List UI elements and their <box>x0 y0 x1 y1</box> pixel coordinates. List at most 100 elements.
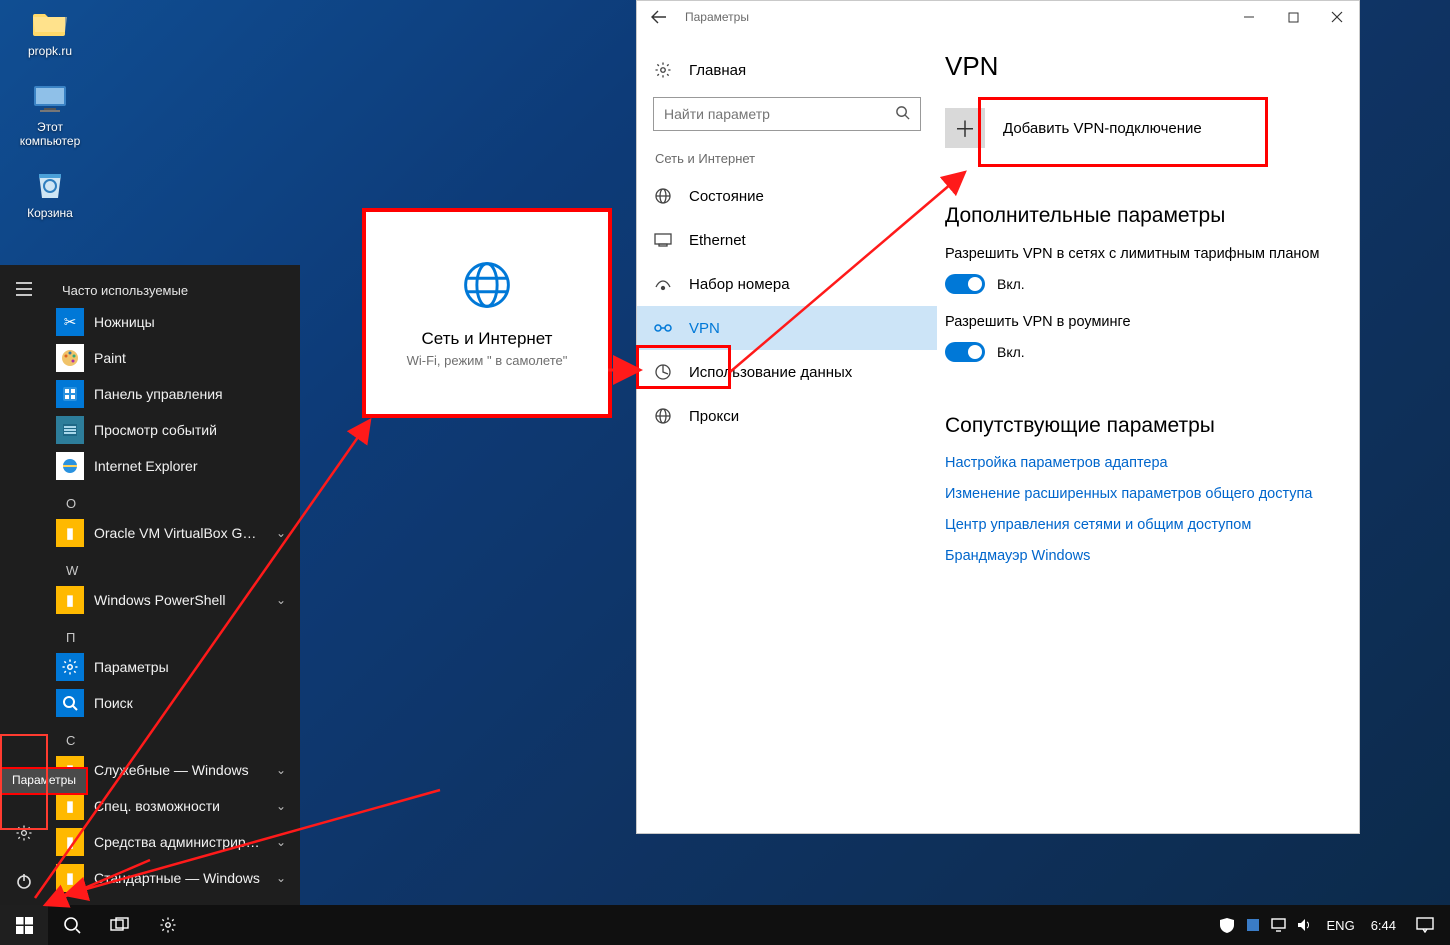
settings-tile-subtitle: Wi-Fi, режим " в самолете" <box>407 353 568 369</box>
nav-section-label: Сеть и Интернет <box>637 145 937 174</box>
nav-item-label: Набор номера <box>689 276 790 293</box>
link-network-center[interactable]: Центр управления сетями и общим доступом <box>945 516 1325 535</box>
start-menu-item-label: Средства администрировани... <box>94 834 260 850</box>
chevron-down-icon: ⌄ <box>270 871 292 885</box>
desktop-icon-label: Корзина <box>10 206 90 220</box>
taskbar-app-settings[interactable] <box>144 905 192 945</box>
toggle-switch[interactable] <box>945 274 985 294</box>
toggle-metered[interactable]: Вкл. <box>945 274 1325 294</box>
settings-content: VPN ＋ Добавить VPN-подключение Дополните… <box>937 33 1359 835</box>
tray-vbox-icon[interactable] <box>1245 917 1261 933</box>
search-icon <box>56 689 84 717</box>
start-menu-rail <box>0 265 48 905</box>
toggle-roaming[interactable]: Вкл. <box>945 342 1325 362</box>
close-button[interactable] <box>1315 1 1359 33</box>
start-menu-item-label: Параметры <box>94 659 292 675</box>
proxy-icon <box>653 407 673 425</box>
start-menu-item-search[interactable]: Поиск <box>48 685 300 721</box>
page-title: VPN <box>945 51 1325 82</box>
nav-item-label: Ethernet <box>689 232 746 249</box>
start-button[interactable] <box>0 905 48 945</box>
chevron-down-icon: ⌄ <box>270 835 292 849</box>
start-menu-item-label: Internet Explorer <box>94 458 292 474</box>
nav-item-dialup[interactable]: Набор номера <box>637 262 937 306</box>
tray-network-icon[interactable] <box>1271 917 1287 933</box>
start-menu-group-p[interactable]: П <box>48 618 300 649</box>
hamburger-icon[interactable] <box>0 265 48 313</box>
start-menu-item-paint[interactable]: Paint <box>48 340 300 376</box>
taskbar-search-icon[interactable] <box>48 905 96 945</box>
tray-language[interactable]: ENG <box>1321 918 1361 933</box>
start-menu-item-admin-tools[interactable]: ▮ Средства администрировани... ⌄ <box>48 824 300 860</box>
system-tray[interactable] <box>1213 917 1319 933</box>
start-menu-list[interactable]: Часто используемые ✂ Ножницы Paint Панел… <box>48 265 300 905</box>
plus-icon: ＋ <box>945 108 985 148</box>
nav-item-data-usage[interactable]: Использование данных <box>637 350 937 394</box>
add-vpn-button[interactable]: ＋ Добавить VPN-подключение <box>945 104 1325 152</box>
globe-icon <box>460 258 514 315</box>
minimize-button[interactable] <box>1227 1 1271 33</box>
start-menu-item-label: Служебные — Windows <box>94 762 260 778</box>
tray-volume-icon[interactable] <box>1297 917 1313 933</box>
globe-icon <box>653 187 673 205</box>
start-menu-group-o[interactable]: O <box>48 484 300 515</box>
folder-icon: ▮ <box>56 519 84 547</box>
toggle-label: Вкл. <box>997 344 1025 360</box>
start-menu-group-s[interactable]: С <box>48 721 300 752</box>
rail-settings-icon[interactable] <box>0 809 48 857</box>
start-menu-item-powershell[interactable]: ▮ Windows PowerShell ⌄ <box>48 582 300 618</box>
nav-item-label: Прокси <box>689 408 739 425</box>
desktop-icon-recycle-bin[interactable]: Корзина <box>10 166 90 220</box>
taskbar[interactable]: ENG 6:44 <box>0 905 1450 945</box>
add-vpn-label: Добавить VPN-подключение <box>1003 120 1202 137</box>
settings-titlebar[interactable]: Параметры <box>637 1 1359 33</box>
task-view-icon[interactable] <box>96 905 144 945</box>
desktop-icon-this-pc[interactable]: Этот компьютер <box>10 80 90 148</box>
action-center-icon[interactable] <box>1406 905 1444 945</box>
chevron-down-icon: ⌄ <box>270 593 292 607</box>
rail-power-icon[interactable] <box>0 857 48 905</box>
maximize-button[interactable] <box>1271 1 1315 33</box>
ie-icon <box>56 452 84 480</box>
advanced-header: Дополнительные параметры <box>945 204 1325 228</box>
folder-icon: ▮ <box>56 828 84 856</box>
desktop-icon-label: propk.ru <box>10 44 90 58</box>
start-menu-item-ie[interactable]: Internet Explorer <box>48 448 300 484</box>
folder-icon: ▮ <box>56 586 84 614</box>
chevron-down-icon: ⌄ <box>270 526 292 540</box>
link-adapter-settings[interactable]: Настройка параметров адаптера <box>945 454 1325 473</box>
toggle-switch[interactable] <box>945 342 985 362</box>
link-firewall[interactable]: Брандмауэр Windows <box>945 547 1325 566</box>
start-menu-item-snipping[interactable]: ✂ Ножницы <box>48 304 300 340</box>
data-usage-icon <box>653 363 673 381</box>
settings-window-title: Параметры <box>681 10 1227 24</box>
pc-icon <box>31 80 69 118</box>
dialup-icon <box>653 277 673 291</box>
back-button[interactable] <box>637 1 681 33</box>
start-menu-group-w[interactable]: W <box>48 551 300 582</box>
nav-item-status[interactable]: Состояние <box>637 174 937 218</box>
settings-tile-network[interactable]: Сеть и Интернет Wi-Fi, режим " в самолет… <box>362 208 612 418</box>
start-menu-item-settings[interactable]: Параметры <box>48 649 300 685</box>
settings-nav: Главная Сеть и Интернет Состояние Ethern… <box>637 33 937 835</box>
nav-item-vpn[interactable]: VPN <box>637 306 937 350</box>
nav-item-ethernet[interactable]: Ethernet <box>637 218 937 262</box>
start-menu-item-label: Стандартные — Windows <box>94 870 260 886</box>
tray-clock[interactable]: 6:44 <box>1363 918 1404 933</box>
scissors-icon: ✂ <box>56 308 84 336</box>
nav-item-proxy[interactable]: Прокси <box>637 394 937 438</box>
tray-shield-icon[interactable] <box>1219 917 1235 933</box>
settings-search-input[interactable] <box>664 106 895 122</box>
start-menu-item-accessories[interactable]: ▮ Стандартные — Windows ⌄ <box>48 860 300 896</box>
start-menu-item-event-viewer[interactable]: Просмотр событий <box>48 412 300 448</box>
nav-home[interactable]: Главная <box>637 47 937 93</box>
desktop-icon-propk[interactable]: propk.ru <box>10 4 90 58</box>
settings-search[interactable] <box>653 97 921 131</box>
start-menu-item-virtualbox[interactable]: ▮ Oracle VM VirtualBox Guest A... ⌄ <box>48 515 300 551</box>
gear-icon <box>56 653 84 681</box>
link-sharing-settings[interactable]: Изменение расширенных параметров общего … <box>945 485 1325 504</box>
vpn-icon <box>653 321 673 335</box>
recycle-bin-icon <box>31 166 69 204</box>
start-menu-item-label: Спец. возможности <box>94 798 260 814</box>
start-menu-item-control-panel[interactable]: Панель управления <box>48 376 300 412</box>
